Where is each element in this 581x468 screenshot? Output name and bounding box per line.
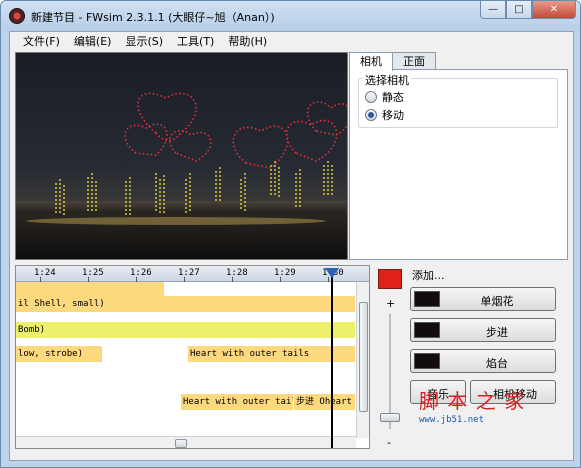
add-cake-button[interactable]: 焰台 bbox=[410, 349, 556, 373]
add-label: 添加... bbox=[412, 269, 445, 282]
panel-tabs: 相机 正面 bbox=[349, 52, 436, 71]
volume-slider-thumb[interactable] bbox=[380, 413, 400, 422]
title-bar[interactable]: 新建节目 - FWsim 2.3.1.1 (大眼仔~旭（Anan）) — □ ✕ bbox=[1, 1, 580, 31]
watermark-logo: 脚 本 之 家 bbox=[419, 389, 526, 413]
radio-moving[interactable]: 移动 bbox=[365, 107, 404, 123]
menu-help[interactable]: 帮助(H) bbox=[221, 32, 274, 52]
menu-tools[interactable]: 工具(T) bbox=[170, 32, 221, 52]
min-icon: — bbox=[488, 4, 498, 15]
volume-track[interactable] bbox=[389, 314, 391, 429]
menu-bar: 文件(F) 编辑(E) 显示(S) 工具(T) 帮助(H) bbox=[10, 32, 573, 52]
fireworks-render bbox=[26, 92, 347, 225]
menu-view[interactable]: 显示(S) bbox=[118, 32, 170, 52]
timeline-event[interactable]: low, strobe) bbox=[16, 346, 102, 362]
app-icon bbox=[9, 8, 25, 24]
step-thumbnail-icon bbox=[414, 322, 440, 338]
camera-group-label: 选择相机 bbox=[363, 72, 411, 88]
radio-moving-label: 移动 bbox=[382, 109, 404, 122]
tick-label: 1:27 bbox=[178, 268, 200, 278]
add-single-firework-button[interactable]: 单烟花 bbox=[410, 287, 556, 311]
timeline-horizontal-scrollbar[interactable] bbox=[16, 436, 356, 448]
tab-content: 选择相机 静态 移动 bbox=[349, 69, 568, 260]
firework-thumbnail-icon bbox=[414, 291, 440, 307]
add-step-label: 步进 bbox=[486, 326, 508, 339]
close-icon: ✕ bbox=[549, 4, 559, 15]
timeline-event[interactable]: Bomb) bbox=[16, 322, 355, 338]
time-ruler[interactable]: 1:24 1:25 1:26 1:27 1:28 1:29 1:30 bbox=[16, 266, 369, 282]
volume-control: + - bbox=[374, 269, 404, 451]
timeline-tracks: il Shell, small) Bomb) low, strobe) Hear… bbox=[16, 282, 355, 438]
tab-camera[interactable]: 相机 bbox=[349, 52, 393, 71]
volume-plus: + bbox=[386, 297, 396, 310]
simulation-viewport[interactable] bbox=[15, 52, 348, 260]
timeline[interactable]: 1:24 1:25 1:26 1:27 1:28 1:29 1:30 il Sh… bbox=[15, 265, 370, 449]
radio-static-circle[interactable] bbox=[365, 91, 377, 103]
close-button[interactable]: ✕ bbox=[532, 1, 576, 19]
menu-edit[interactable]: 编辑(E) bbox=[67, 32, 119, 52]
menu-file[interactable]: 文件(F) bbox=[16, 32, 67, 52]
tick-label: 1:24 bbox=[34, 268, 56, 278]
vertical-scroll-thumb[interactable] bbox=[359, 302, 368, 412]
tab-front[interactable]: 正面 bbox=[392, 52, 436, 70]
add-step-button[interactable]: 步进 bbox=[410, 318, 556, 342]
radio-static[interactable]: 静态 bbox=[365, 89, 404, 105]
add-single-firework-label: 单烟花 bbox=[480, 295, 514, 308]
watermark-url: www.jb51.net bbox=[419, 415, 485, 425]
timeline-event[interactable]: Heart with outer tails bbox=[181, 394, 293, 410]
timeline-event[interactable]: Heart with outer tails bbox=[188, 346, 355, 362]
color-swatch[interactable] bbox=[378, 269, 402, 289]
timeline-vertical-scrollbar[interactable] bbox=[356, 282, 369, 438]
radio-static-label: 静态 bbox=[382, 91, 404, 104]
playhead-handle[interactable] bbox=[325, 268, 339, 278]
tick-label: 1:26 bbox=[130, 268, 152, 278]
timeline-event[interactable]: il Shell, small) bbox=[16, 296, 355, 312]
max-icon: □ bbox=[514, 4, 524, 15]
tick-label: 1:29 bbox=[274, 268, 296, 278]
minimize-button[interactable]: — bbox=[480, 1, 506, 19]
timeline-event[interactable]: 步进 Oheart Bo bbox=[294, 394, 355, 410]
radio-moving-circle[interactable] bbox=[365, 109, 377, 121]
volume-minus: - bbox=[387, 436, 391, 449]
tick-label: 1:25 bbox=[82, 268, 104, 278]
playhead-line[interactable] bbox=[331, 276, 333, 448]
cake-thumbnail-icon bbox=[414, 353, 440, 369]
timeline-event[interactable] bbox=[16, 282, 164, 296]
camera-group: 选择相机 静态 移动 bbox=[358, 72, 558, 128]
window-controls: — □ ✕ bbox=[480, 1, 576, 21]
app-window: 新建节目 - FWsim 2.3.1.1 (大眼仔~旭（Anan）) — □ ✕… bbox=[0, 0, 581, 468]
camera-panel: 相机 正面 选择相机 静态 移动 bbox=[349, 52, 569, 260]
add-cake-label: 焰台 bbox=[486, 357, 508, 370]
tick-label: 1:28 bbox=[226, 268, 248, 278]
window-title: 新建节目 - FWsim 2.3.1.1 (大眼仔~旭（Anan）) bbox=[31, 11, 275, 24]
horizontal-scroll-thumb[interactable] bbox=[175, 439, 187, 448]
maximize-button[interactable]: □ bbox=[506, 1, 532, 19]
